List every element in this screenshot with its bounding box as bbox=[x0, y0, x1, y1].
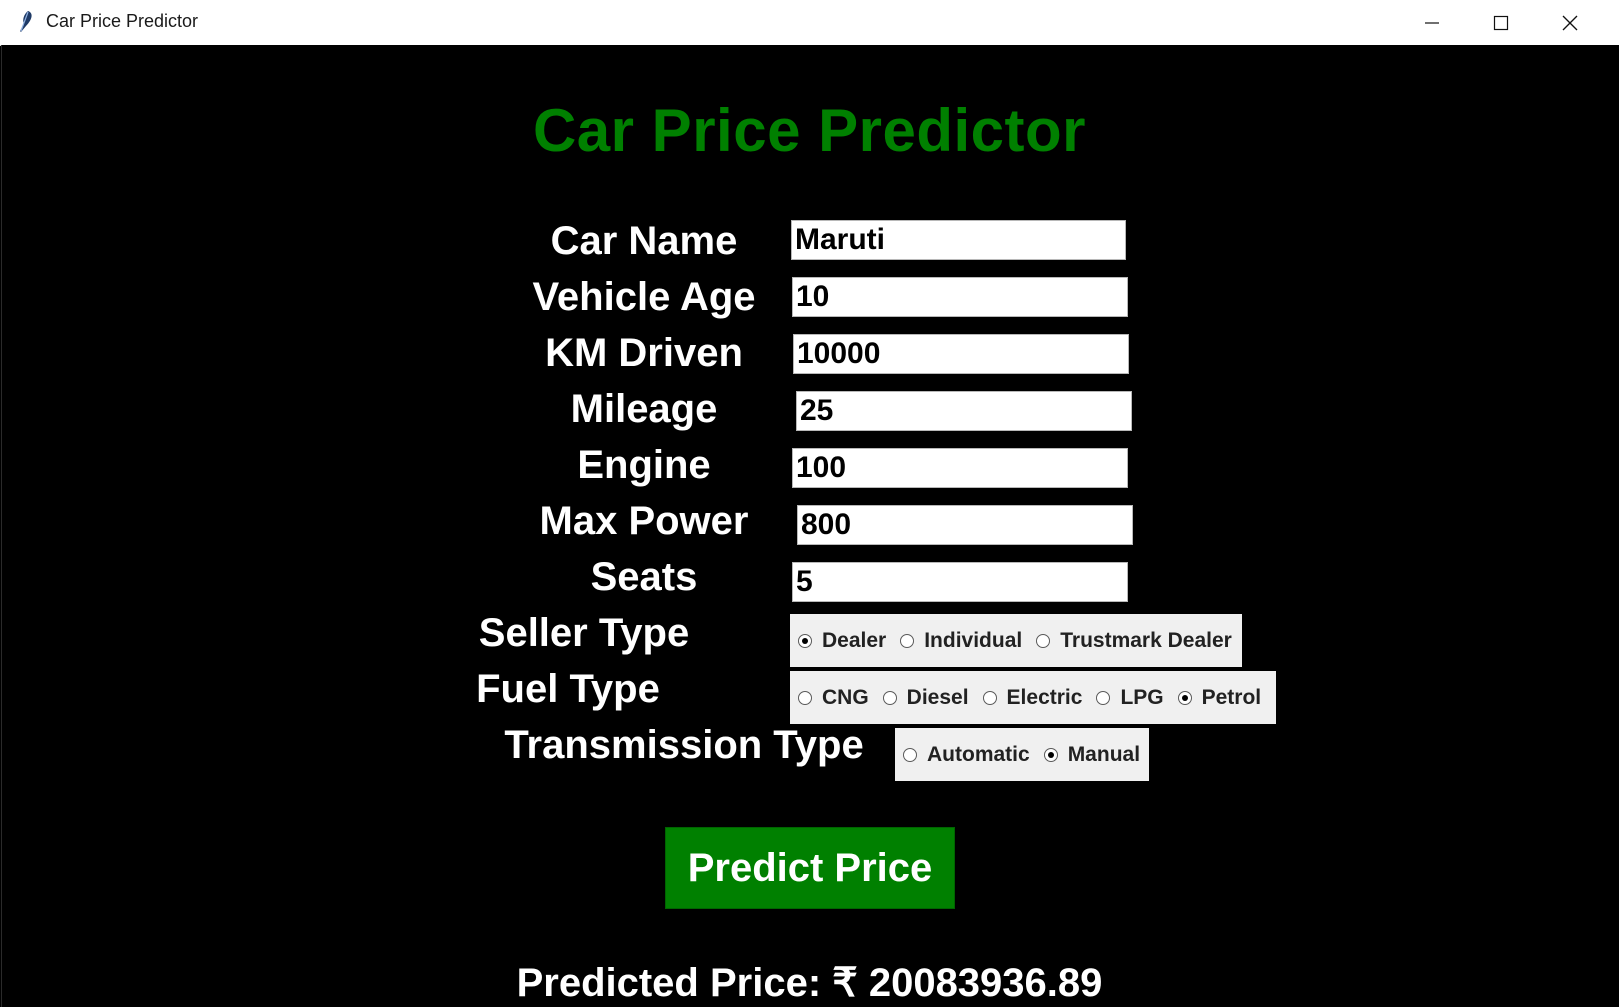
predict-price-button[interactable]: Predict Price bbox=[665, 827, 955, 909]
radio-option-label: Petrol bbox=[1201, 685, 1262, 709]
radio-button-icon[interactable] bbox=[798, 690, 812, 705]
fuel-type-option-electric[interactable]: Electric bbox=[982, 685, 1083, 710]
seats-label: Seats bbox=[590, 555, 698, 599]
seller-type-option-trustmark-dealer[interactable]: Trustmark Dealer bbox=[1036, 629, 1232, 653]
radio-button-icon[interactable] bbox=[882, 690, 897, 705]
minimize-icon bbox=[1425, 21, 1439, 24]
transmission-type-option-manual[interactable]: Manual bbox=[1043, 742, 1141, 767]
seller-type-option-individual[interactable]: Individual bbox=[900, 629, 1022, 653]
seller-type-label: Seller Type bbox=[478, 611, 690, 655]
engine-input[interactable] bbox=[792, 448, 1128, 488]
radio-option-label: CNG bbox=[822, 685, 869, 709]
radio-option-label: Individual bbox=[924, 628, 1023, 652]
radio-button-icon[interactable] bbox=[900, 633, 915, 648]
transmission-type-radio-group: Automatic Manual bbox=[895, 728, 1149, 781]
radio-option-label: Manual bbox=[1067, 742, 1141, 766]
mileage-input[interactable] bbox=[796, 391, 1132, 431]
radio-option-label: Dealer bbox=[822, 628, 887, 652]
close-icon bbox=[1562, 15, 1578, 30]
car-name-label: Car Name bbox=[550, 219, 738, 263]
max-power-input[interactable] bbox=[797, 505, 1133, 545]
close-button[interactable] bbox=[1535, 0, 1605, 45]
window-title: Car Price Predictor bbox=[46, 11, 199, 31]
vehicle-age-input[interactable] bbox=[792, 277, 1128, 317]
transmission-type-label: Transmission Type bbox=[504, 723, 864, 767]
fuel-type-radio-group: CNG Diesel Electric LPG Petrol bbox=[790, 671, 1276, 724]
car-name-input[interactable] bbox=[791, 220, 1126, 260]
radio-option-label: Electric bbox=[1006, 685, 1083, 709]
radio-button-icon[interactable] bbox=[798, 633, 812, 648]
fuel-type-option-lpg[interactable]: LPG bbox=[1096, 685, 1164, 710]
radio-button-icon[interactable] bbox=[1096, 690, 1111, 705]
km-driven-input[interactable] bbox=[793, 334, 1129, 374]
seller-type-option-dealer[interactable]: Dealer bbox=[798, 629, 886, 653]
radio-option-label: LPG bbox=[1120, 685, 1164, 709]
engine-label: Engine bbox=[577, 443, 711, 487]
radio-button-icon[interactable] bbox=[903, 747, 917, 762]
seller-type-radio-group: Dealer Individual Trustmark Dealer bbox=[790, 614, 1242, 667]
radio-option-label: Diesel bbox=[906, 685, 969, 709]
mileage-label: Mileage bbox=[570, 387, 718, 431]
window-titlebar: Car Price Predictor bbox=[0, 0, 1619, 46]
transmission-type-option-automatic[interactable]: Automatic bbox=[903, 743, 1030, 767]
radio-button-icon[interactable] bbox=[1043, 747, 1058, 762]
radio-button-icon[interactable] bbox=[1177, 690, 1192, 705]
fuel-type-label: Fuel Type bbox=[476, 667, 660, 711]
vehicle-age-label: Vehicle Age bbox=[532, 275, 756, 319]
km-driven-label: KM Driven bbox=[545, 331, 743, 375]
minimize-button[interactable] bbox=[1397, 0, 1467, 45]
fuel-type-option-petrol[interactable]: Petrol bbox=[1177, 685, 1262, 710]
seats-input[interactable] bbox=[792, 562, 1128, 602]
max-power-label: Max Power bbox=[539, 499, 749, 543]
feather-icon bbox=[14, 10, 36, 34]
fuel-type-option-cng[interactable]: CNG bbox=[798, 686, 869, 710]
maximize-icon bbox=[1493, 15, 1509, 30]
fuel-type-option-diesel[interactable]: Diesel bbox=[882, 685, 969, 710]
radio-option-label: Trustmark Dealer bbox=[1060, 628, 1232, 652]
radio-option-label: Automatic bbox=[927, 742, 1030, 766]
page-title: Car Price Predictor bbox=[532, 97, 1087, 164]
radio-button-icon[interactable] bbox=[1036, 633, 1051, 648]
maximize-button[interactable] bbox=[1466, 0, 1536, 45]
radio-button-icon[interactable] bbox=[982, 690, 997, 705]
predicted-price-text: Predicted Price: ₹ 20083936.89 bbox=[516, 961, 1103, 1005]
